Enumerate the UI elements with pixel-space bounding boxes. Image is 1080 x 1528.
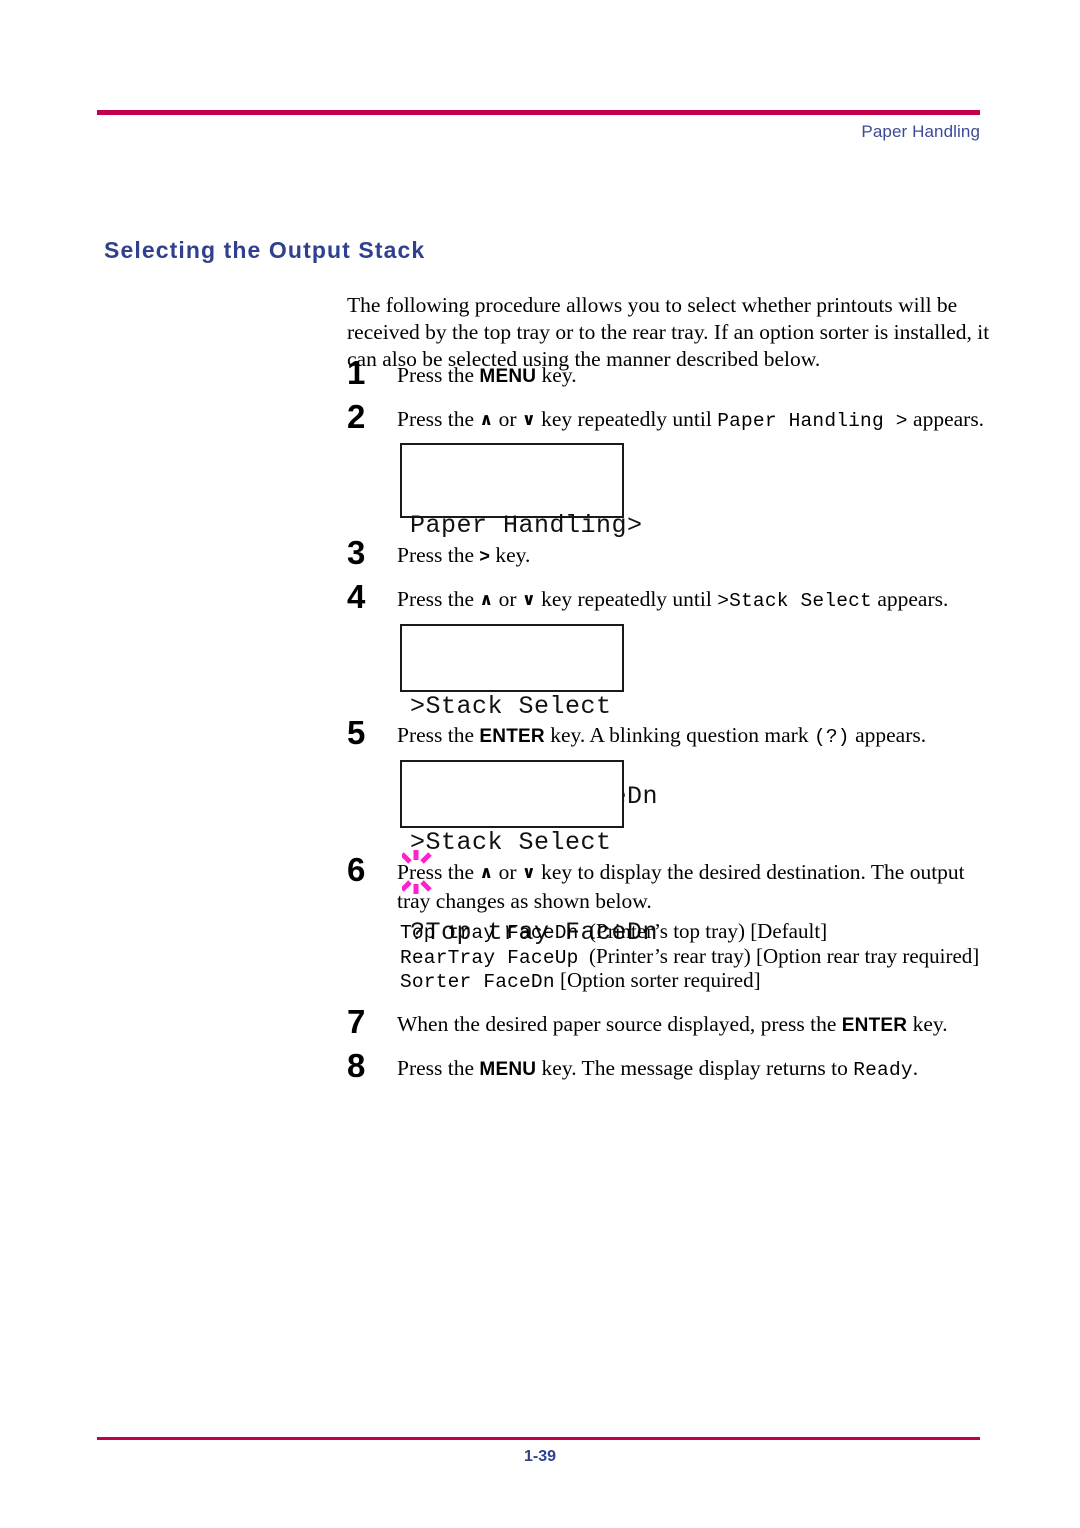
step-5: 5 Press the ENTER key. A blinking questi… <box>347 714 987 751</box>
step-text-part: Press the <box>397 723 480 747</box>
step-text-part: appears. <box>849 723 927 747</box>
footer-rule <box>97 1437 980 1440</box>
step-6: 6 Press the ∧ or ∨ key to display the de… <box>347 851 972 915</box>
step-text-part: Press the <box>397 407 480 431</box>
lcd-line-1: Paper Handling> <box>410 511 643 540</box>
step-text: Press the MENU key. <box>397 358 577 390</box>
output-tray-options-list: Top tray FaceDn (Printer’s top tray) [De… <box>400 920 979 994</box>
step-text-part: . <box>912 1056 919 1080</box>
step-number: 6 <box>347 851 366 888</box>
running-head: Paper Handling <box>861 122 980 141</box>
step-number: 1 <box>347 354 366 391</box>
right-arrow-key-label: > <box>479 546 490 566</box>
step-number: 2 <box>347 398 366 435</box>
display-code: Paper Handling > <box>717 410 908 432</box>
step-1: 1 Press the MENU key. <box>347 354 987 391</box>
lcd-panel-paper-handling: Paper Handling> <box>400 443 642 540</box>
list-item: Top tray FaceDn (Printer’s top tray) [De… <box>400 920 979 945</box>
key-label: ENTER <box>479 726 545 747</box>
display-code: >Stack Select <box>717 590 872 612</box>
header-rule <box>97 110 980 115</box>
step-text-part: When the desired paper source displayed,… <box>397 1012 842 1036</box>
step-8: 8 Press the MENU key. The message displa… <box>347 1047 987 1084</box>
step-number: 4 <box>347 578 366 615</box>
step-text-part: or <box>493 407 522 431</box>
option-code: RearTray FaceUp <box>400 946 579 969</box>
step-text: Press the ∧ or ∨ key repeatedly until Pa… <box>397 402 984 435</box>
page-number: 1-39 <box>523 1448 557 1465</box>
lcd-line-1: >Stack Select <box>410 828 612 857</box>
step-number: 3 <box>347 534 366 571</box>
step-number: 7 <box>347 1003 366 1040</box>
step-text: When the desired paper source displayed,… <box>397 1007 948 1039</box>
step-text-part: Press the <box>397 543 480 567</box>
display-code: Ready <box>853 1059 913 1081</box>
step-text-part: Press the <box>397 363 480 387</box>
option-description: (Printer’s top tray) [Default] <box>589 919 828 943</box>
up-arrow-icon: ∧ <box>479 863 494 883</box>
up-arrow-icon: ∧ <box>479 410 494 430</box>
step-text-part: Press the <box>397 587 480 611</box>
option-description: [Option sorter required] <box>559 968 761 992</box>
step-text-part: key repeatedly until <box>535 407 718 431</box>
step-text-part: key. <box>907 1012 948 1036</box>
step-4: 4 Press the ∧ or ∨ key repeatedly until … <box>347 578 987 615</box>
step-text: Press the ∧ or ∨ key repeatedly until >S… <box>397 582 948 615</box>
step-text-part: key. <box>489 543 531 567</box>
step-2: 2 Press the ∧ or ∨ key repeatedly until … <box>347 398 987 435</box>
step-3: 3 Press the > key. <box>347 534 987 571</box>
step-text-part: Press the <box>397 1056 480 1080</box>
step-number: 5 <box>347 714 366 751</box>
page-title: Selecting the Output Stack <box>104 237 426 264</box>
step-text-part: key. A blinking question mark <box>544 723 814 747</box>
down-arrow-icon: ∨ <box>521 863 536 883</box>
step-text-part: or <box>493 860 522 884</box>
list-item: Sorter FaceDn [Option sorter required] <box>400 969 979 994</box>
step-text-part: Press the <box>397 860 480 884</box>
step-text-part: key repeatedly until <box>535 587 718 611</box>
step-text-part: key. The message display returns to <box>536 1056 854 1080</box>
step-number: 8 <box>347 1047 366 1084</box>
key-label: MENU <box>479 1059 537 1080</box>
up-arrow-icon: ∧ <box>479 590 494 610</box>
step-text: Press the MENU key. The message display … <box>397 1051 918 1084</box>
lcd-panel-stack-select-blinking: >Stack Select ?Top tray FaceDn <box>400 760 658 947</box>
lcd-panel-stack-select: >Stack Select Top tray FaceDn <box>400 624 658 811</box>
key-label: MENU <box>479 366 537 387</box>
down-arrow-icon: ∨ <box>521 590 536 610</box>
question-mark-code: (?) <box>813 726 850 748</box>
step-text-part: appears. <box>871 587 949 611</box>
step-text-part: key. <box>536 363 577 387</box>
step-text: Press the ∧ or ∨ key to display the desi… <box>397 855 972 915</box>
step-text: Press the > key. <box>397 538 530 570</box>
option-code: Sorter FaceDn <box>400 971 555 993</box>
step-text: Press the ENTER key. A blinking question… <box>397 718 926 751</box>
down-arrow-icon: ∨ <box>521 410 536 430</box>
option-code: Top tray FaceDn <box>400 922 579 944</box>
list-item: RearTray FaceUp (Printer’s rear tray) [O… <box>400 943 980 970</box>
step-text-part: appears. <box>907 407 985 431</box>
step-text-part: or <box>493 587 522 611</box>
step-7: 7 When the desired paper source displaye… <box>347 1003 987 1040</box>
document-page: Paper Handling Selecting the Output Stac… <box>0 0 1080 1528</box>
option-description: (Printer’s rear tray) [Option rear tray … <box>589 943 980 968</box>
key-label: ENTER <box>841 1015 908 1036</box>
